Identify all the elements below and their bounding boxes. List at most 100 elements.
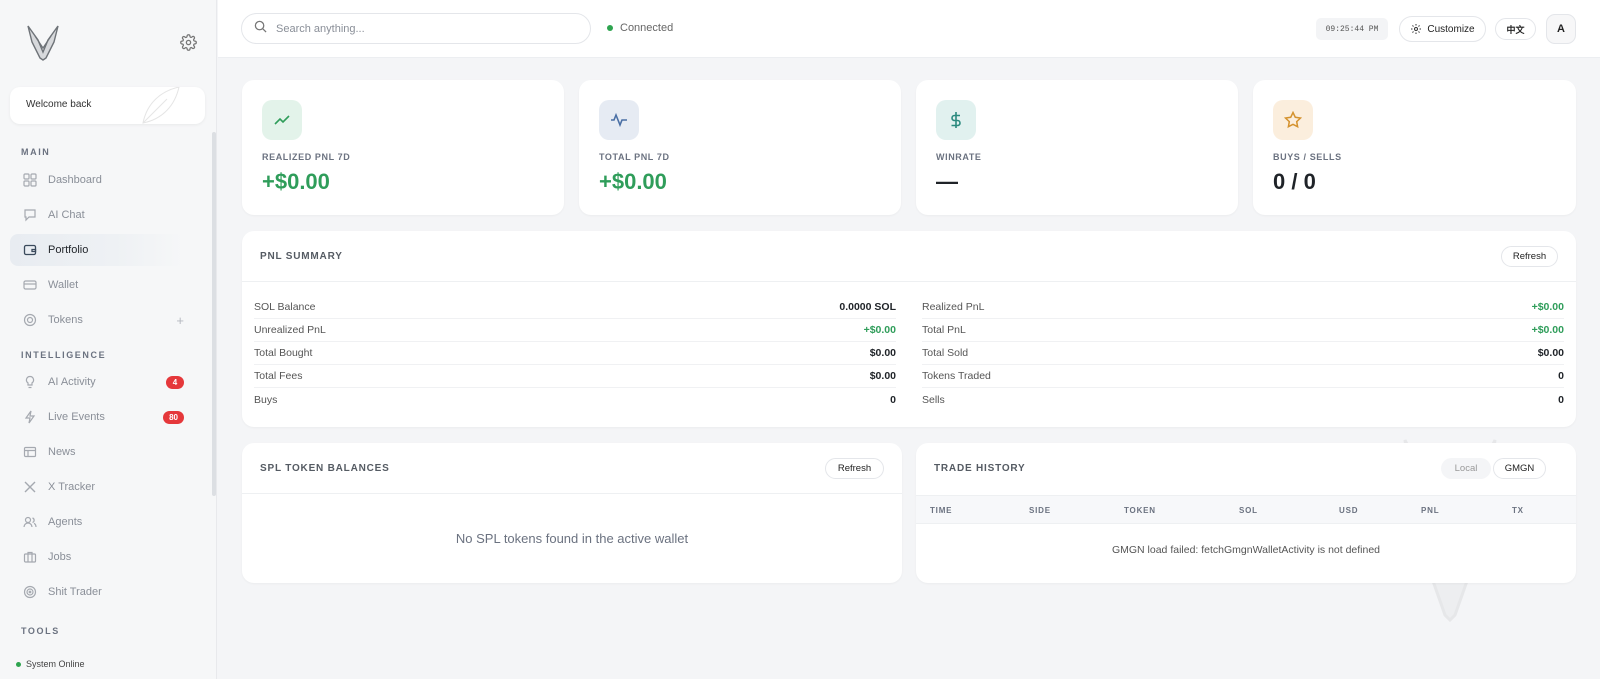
row-value: 0 bbox=[1558, 393, 1564, 406]
connection-status: Connected bbox=[607, 22, 673, 34]
newspaper-icon bbox=[23, 445, 37, 459]
search-box[interactable] bbox=[241, 13, 591, 44]
clock: 09:25:44 PM bbox=[1316, 18, 1388, 40]
empty-state-text: No SPL tokens found in the active wallet bbox=[455, 531, 689, 546]
stat-label: WINRATE bbox=[936, 152, 982, 162]
avatar[interactable]: A bbox=[1546, 14, 1576, 44]
row-key: Unrealized PnL bbox=[254, 324, 326, 336]
language-toggle[interactable]: 中文 bbox=[1495, 18, 1536, 40]
panel-title: TRADE HISTORY bbox=[934, 463, 1026, 474]
connected-dot-icon bbox=[607, 25, 613, 31]
summary-row: Sells 0 bbox=[922, 388, 1564, 411]
stat-label: BUYS / SELLS bbox=[1273, 152, 1342, 162]
divider bbox=[242, 493, 902, 494]
sidebar-item-x-tracker[interactable]: X Tracker bbox=[10, 471, 184, 503]
row-key: Realized PnL bbox=[922, 301, 985, 313]
status-dot-icon bbox=[16, 661, 21, 667]
bolt-icon bbox=[23, 410, 37, 424]
row-key: Total PnL bbox=[922, 324, 966, 336]
search-icon bbox=[254, 20, 267, 38]
row-value: +$0.00 bbox=[1531, 324, 1564, 336]
stat-label: REALIZED PNL 7D bbox=[262, 152, 351, 162]
summary-row: Buys 0 bbox=[254, 388, 896, 411]
stat-value: 0 / 0 bbox=[1273, 169, 1316, 194]
sidebar-item-news[interactable]: News bbox=[10, 436, 184, 468]
row-value: 0 bbox=[890, 393, 896, 406]
panel-title: PNL SUMMARY bbox=[260, 251, 343, 262]
welcome-text: Welcome back bbox=[26, 99, 92, 110]
refresh-button[interactable]: Refresh bbox=[825, 458, 884, 479]
row-key: Tokens Traded bbox=[922, 370, 991, 382]
row-value: 0 bbox=[1558, 370, 1564, 382]
sidebar-item-label: AI Activity bbox=[48, 376, 96, 388]
sidebar-item-label: Portfolio bbox=[48, 244, 89, 256]
search-input[interactable] bbox=[276, 22, 576, 35]
briefcase-icon bbox=[23, 550, 37, 564]
column-header: USD bbox=[1339, 506, 1359, 515]
sidebar-item-portfolio[interactable]: Portfolio bbox=[10, 234, 184, 266]
sidebar-item-dashboard[interactable]: Dashboard bbox=[10, 164, 184, 196]
leaf-decoration-icon bbox=[142, 87, 180, 124]
sidebar-item-label: Dashboard bbox=[48, 174, 102, 186]
summary-row: SOL Balance 0.0000 SOL bbox=[254, 296, 896, 319]
sidebar-item-shit-trader[interactable]: Shit Trader bbox=[10, 576, 184, 608]
grid-icon bbox=[23, 173, 37, 187]
sidebar-item-wallet[interactable]: Wallet bbox=[10, 269, 184, 301]
column-header: PNL bbox=[1421, 506, 1440, 515]
pnl-summary-panel: PNL SUMMARY Refresh SOL Balance 0.0000 SO… bbox=[242, 231, 1576, 427]
summary-row: Unrealized PnL +$0.00 bbox=[254, 319, 896, 342]
sidebar-item-label: Agents bbox=[48, 516, 83, 528]
row-value: +$0.00 bbox=[1531, 301, 1564, 313]
refresh-button[interactable]: Refresh bbox=[1501, 246, 1558, 267]
stat-label: TOTAL PNL 7D bbox=[599, 152, 670, 162]
sidebar-item-jobs[interactable]: Jobs bbox=[10, 541, 184, 573]
star-icon bbox=[1273, 100, 1313, 140]
column-header: TOKEN bbox=[1124, 506, 1156, 515]
sidebar-item-ai-activity[interactable]: AI Activity 4 bbox=[10, 366, 184, 398]
row-key: Buys bbox=[254, 393, 278, 406]
table-header: TIME SIDE TOKEN SOL USD PNL TX bbox=[916, 495, 1576, 524]
source-tab-gmgn[interactable]: GMGN bbox=[1493, 458, 1546, 479]
row-key: Total Fees bbox=[254, 370, 303, 382]
column-header: TIME bbox=[930, 506, 953, 515]
card-icon bbox=[23, 278, 37, 292]
chat-icon bbox=[23, 208, 37, 222]
source-tab-local[interactable]: Local bbox=[1441, 458, 1491, 479]
trade-history-panel: TRADE HISTORY Local GMGN TIME SIDE TOKEN… bbox=[916, 443, 1576, 583]
error-message: GMGN load failed: fetchGmgnWalletActivit… bbox=[1111, 544, 1381, 556]
trend-up-icon bbox=[262, 100, 302, 140]
row-value: 0.0000 SOL bbox=[839, 301, 896, 313]
sidebar-item-ai-chat[interactable]: AI Chat bbox=[10, 199, 184, 231]
row-key: Total Bought bbox=[254, 347, 313, 359]
wallet-icon bbox=[23, 243, 37, 257]
count-badge: 80 bbox=[163, 410, 184, 424]
sidebar-scrollbar[interactable] bbox=[212, 132, 216, 496]
gear-icon bbox=[1410, 23, 1422, 35]
row-value: +$0.00 bbox=[863, 324, 896, 336]
x-icon bbox=[23, 480, 37, 494]
column-header: SOL bbox=[1239, 506, 1258, 515]
stat-value: — bbox=[936, 169, 958, 194]
brand-logo[interactable] bbox=[24, 22, 62, 62]
sidebar-item-live-events[interactable]: Live Events 80 bbox=[10, 401, 184, 433]
sidebar-item-tokens[interactable]: Tokens + bbox=[10, 304, 184, 336]
row-value: $0.00 bbox=[869, 370, 896, 382]
topbar: Connected 09:25:44 PM Customize 中文 A bbox=[218, 0, 1600, 58]
sidebar-item-agents[interactable]: Agents bbox=[10, 506, 184, 538]
sidebar-item-label: News bbox=[48, 446, 76, 458]
system-status-text: System Online bbox=[26, 659, 85, 669]
column-header: TX bbox=[1512, 506, 1524, 515]
sidebar-item-label: Wallet bbox=[48, 279, 79, 291]
customize-button[interactable]: Customize bbox=[1399, 16, 1486, 42]
row-key: SOL Balance bbox=[254, 301, 316, 313]
connection-text: Connected bbox=[620, 22, 674, 34]
add-token-button[interactable]: + bbox=[176, 313, 184, 328]
settings-gear-icon[interactable] bbox=[180, 34, 197, 51]
lightbulb-icon bbox=[23, 375, 37, 389]
sidebar-item-label: Live Events bbox=[48, 411, 105, 423]
panel-title: SPL TOKEN BALANCES bbox=[260, 463, 390, 474]
system-status: System Online bbox=[16, 659, 85, 669]
section-label-intelligence: INTELLIGENCE bbox=[21, 350, 107, 360]
sidebar-item-label: Jobs bbox=[48, 551, 72, 563]
count-badge: 4 bbox=[166, 375, 184, 389]
